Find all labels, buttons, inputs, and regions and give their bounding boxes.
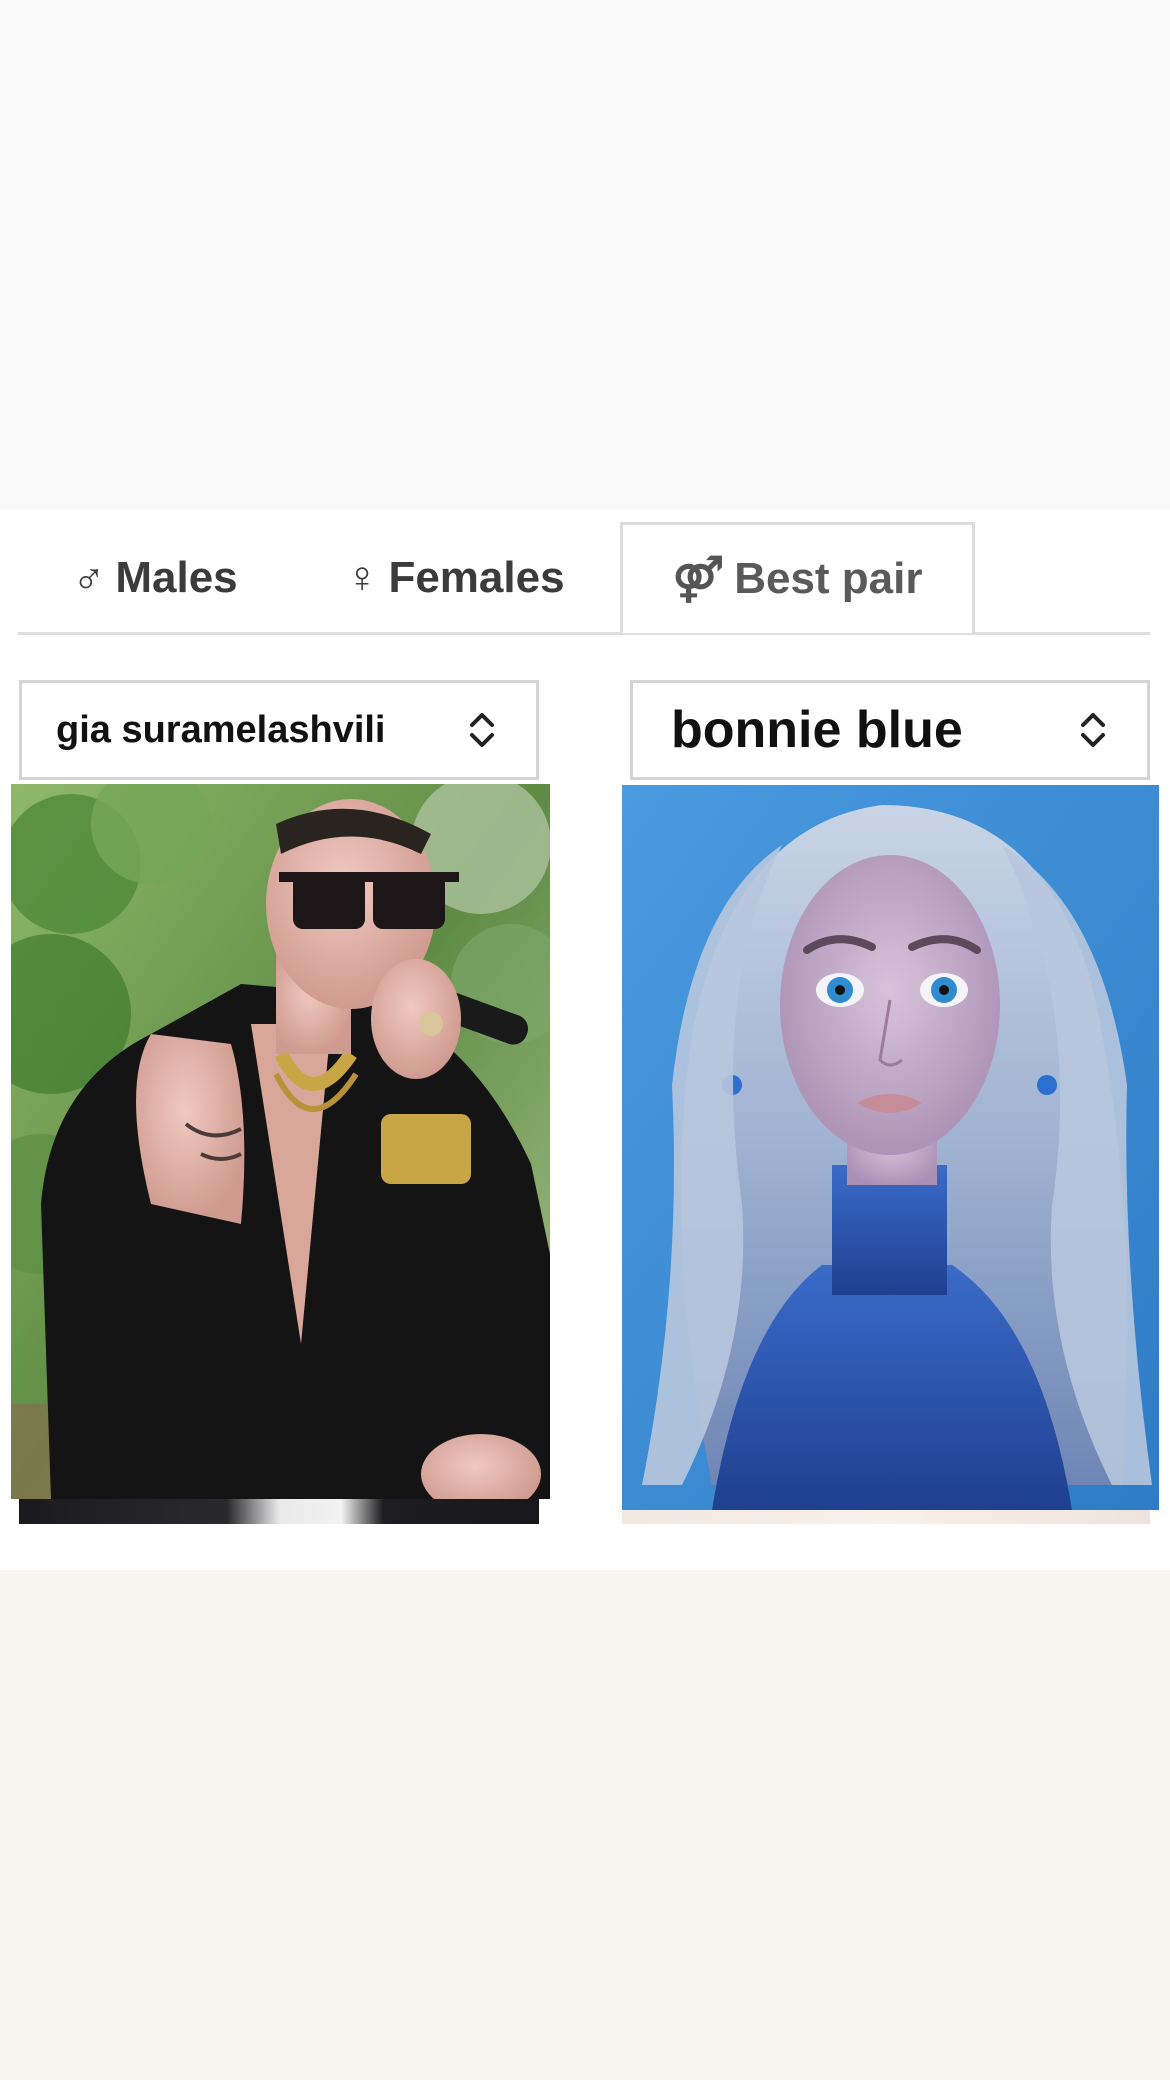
female-person-select-value: bonnie blue xyxy=(671,701,963,759)
gender-tabs: ♂ Males ♀ Females ⚤ Best pair xyxy=(0,510,1170,635)
tab-males[interactable]: ♂ Males xyxy=(55,524,255,632)
tab-females-label: Females xyxy=(388,553,565,602)
male-photo-bottom-strip xyxy=(19,1499,539,1524)
male-symbol-icon: ♂ xyxy=(72,553,106,602)
tab-best-pair-label: Best pair xyxy=(734,554,923,603)
male-person-select-value: gia suramelashvili xyxy=(56,708,386,751)
tab-females[interactable]: ♀ Females xyxy=(330,524,580,632)
female-symbol-icon: ♀ xyxy=(345,553,379,602)
tabs-divider xyxy=(18,632,1150,635)
female-person-photo xyxy=(622,785,1159,1510)
up-down-chevron-icon xyxy=(462,710,502,750)
tab-males-label: Males xyxy=(115,553,238,602)
female-photo-bottom-strip xyxy=(622,1510,1150,1524)
pair-panel: ♂ Males ♀ Females ⚤ Best pair gia surame… xyxy=(0,510,1170,1570)
female-person-select[interactable]: bonnie blue xyxy=(630,680,1150,780)
pair-symbol-icon: ⚤ xyxy=(672,554,725,604)
male-person-select[interactable]: gia suramelashvili xyxy=(19,680,539,780)
male-person-photo xyxy=(11,784,550,1499)
up-down-chevron-icon xyxy=(1073,710,1113,750)
tab-best-pair[interactable]: ⚤ Best pair xyxy=(620,522,975,633)
